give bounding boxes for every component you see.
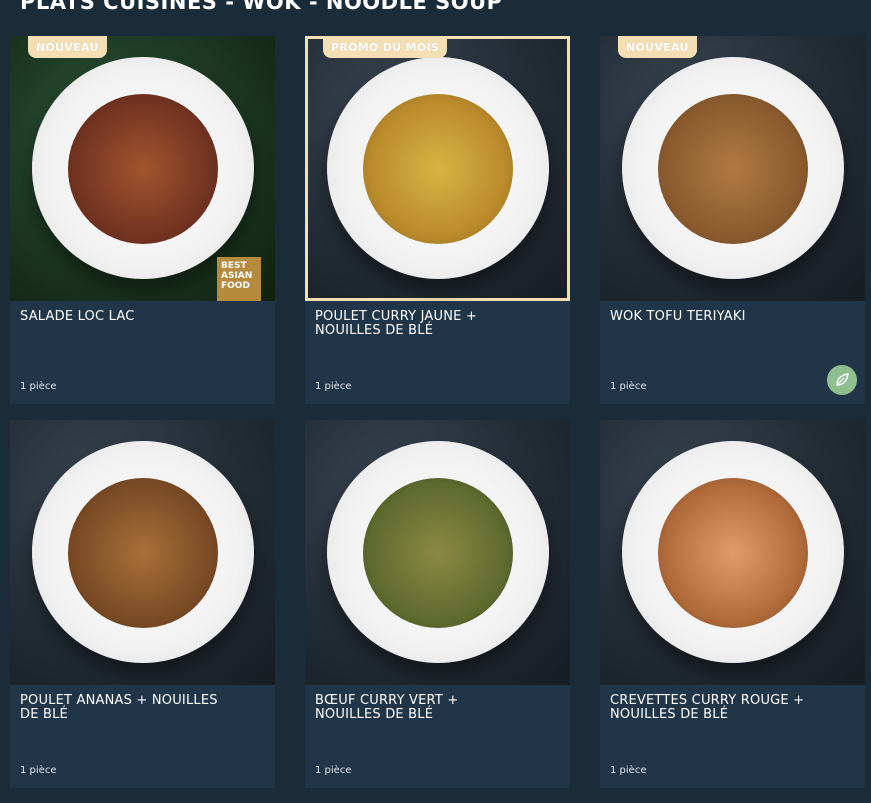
food (658, 478, 808, 628)
product-quantity: 1 pièce (315, 381, 352, 392)
food (68, 478, 218, 628)
product-card[interactable]: PROMO DU MOIS POULET CURRY JAUNE + NOUIL… (305, 36, 570, 404)
product-image[interactable]: NOUVEAU (600, 36, 865, 301)
new-badge: NOUVEAU (618, 36, 697, 58)
promo-badge: PROMO DU MOIS (323, 36, 448, 58)
food (363, 478, 513, 628)
product-quantity: 1 pièce (20, 765, 57, 776)
product-card[interactable]: NOUVEAU WOK TOFU TERIYAKI 1 pièce (600, 36, 865, 404)
product-card[interactable]: BŒUF CURRY VERT + NOUILLES DE BLÉ 1 pièc… (305, 420, 570, 788)
product-quantity: 1 pièce (610, 381, 647, 392)
product-name[interactable]: POULET CURRY JAUNE + NOUILLES DE BLÉ (315, 310, 515, 338)
product-name[interactable]: POULET ANANAS + NOUILLES DE BLÉ (20, 694, 220, 722)
product-image[interactable] (10, 420, 275, 685)
product-name[interactable]: BŒUF CURRY VERT + NOUILLES DE BLÉ (315, 694, 515, 722)
section-title: PLATS CUISINÉS - WOK - NOODLE SOUP (20, 0, 503, 14)
award-logo: BEST ASIAN FOOD (217, 257, 261, 301)
food (658, 94, 808, 244)
new-badge: NOUVEAU (28, 36, 107, 58)
food (363, 94, 513, 244)
product-card[interactable]: POULET ANANAS + NOUILLES DE BLÉ 1 pièce (10, 420, 275, 788)
leaf-icon (827, 365, 857, 395)
product-card[interactable]: NOUVEAU BEST ASIAN FOOD SALADE LOC LAC 1… (10, 36, 275, 404)
product-quantity: 1 pièce (20, 381, 57, 392)
product-image[interactable]: NOUVEAU BEST ASIAN FOOD (10, 36, 275, 301)
product-name[interactable]: SALADE LOC LAC (20, 310, 220, 324)
product-image[interactable] (600, 420, 865, 685)
product-image[interactable] (305, 420, 570, 685)
food (68, 94, 218, 244)
product-quantity: 1 pièce (610, 765, 647, 776)
product-image[interactable]: PROMO DU MOIS (305, 36, 570, 301)
product-name[interactable]: CREVETTES CURRY ROUGE + NOUILLES DE BLÉ (610, 694, 810, 722)
product-card[interactable]: CREVETTES CURRY ROUGE + NOUILLES DE BLÉ … (600, 420, 865, 788)
product-quantity: 1 pièce (315, 765, 352, 776)
product-name[interactable]: WOK TOFU TERIYAKI (610, 310, 810, 324)
